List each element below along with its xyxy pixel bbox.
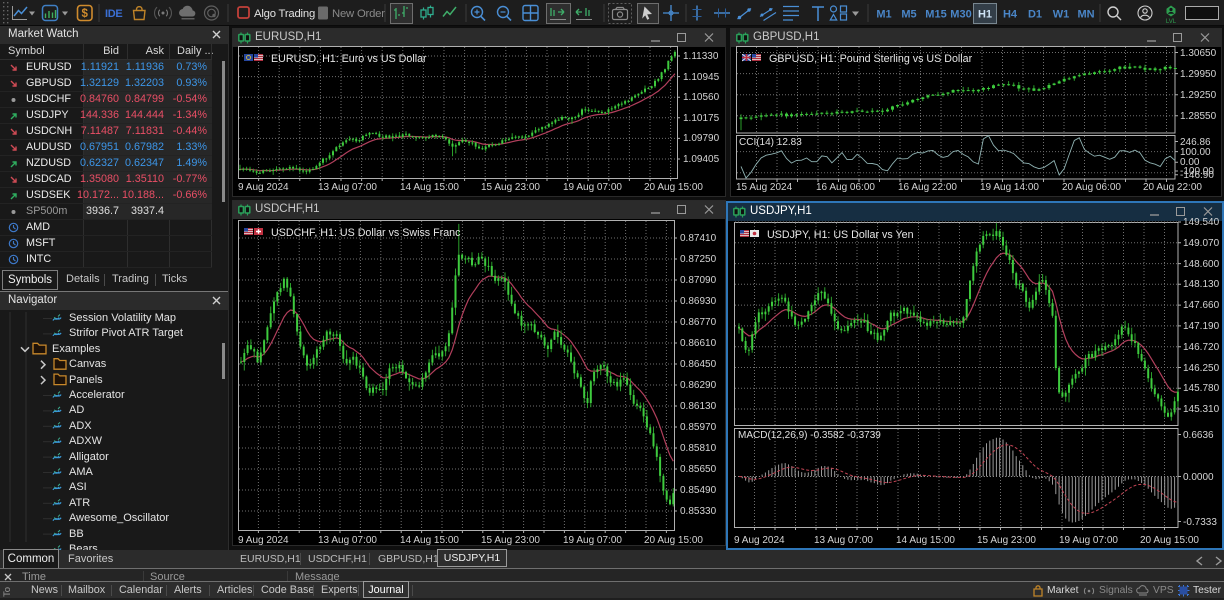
svg-text:LVL: LVL [1166, 19, 1177, 25]
svg-text:D1: D1 [1028, 9, 1042, 21]
svg-text:Algo Trading: Algo Trading [254, 8, 315, 20]
svg-text:H4: H4 [1003, 9, 1018, 21]
svg-text:IDE: IDE [105, 8, 122, 20]
svg-text:H1: H1 [978, 9, 992, 21]
svg-text:W1: W1 [1053, 9, 1070, 21]
svg-text:M15: M15 [925, 9, 946, 21]
svg-text:M30: M30 [950, 9, 971, 21]
svg-text:M1: M1 [876, 9, 891, 21]
svg-text:M5: M5 [901, 9, 916, 21]
svg-text:New Order: New Order [332, 8, 385, 20]
svg-text:$: $ [81, 8, 88, 20]
svg-text:MN: MN [1077, 9, 1094, 21]
